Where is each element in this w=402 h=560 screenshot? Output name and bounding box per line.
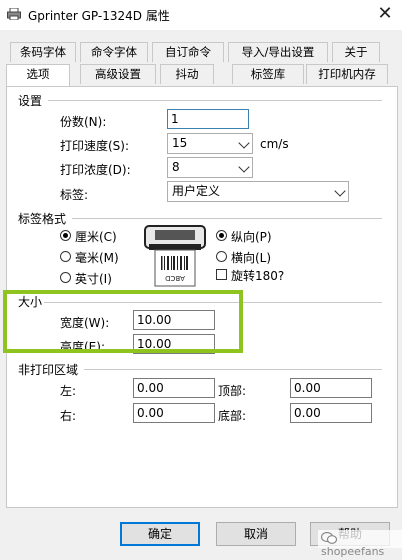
- label-format-group-label: 标签格式: [18, 212, 67, 226]
- title-bar: Gprinter GP-1324D 属性 ✕: [0, 0, 402, 30]
- unit-inch-radio[interactable]: [60, 272, 71, 283]
- unit-mm-label[interactable]: 毫米(M): [75, 249, 119, 266]
- tab-custom-command[interactable]: 自订命令: [152, 42, 224, 62]
- watermark-text: shopeefans: [321, 545, 385, 558]
- speed-unit: cm/s: [260, 137, 289, 151]
- density-select[interactable]: 8: [167, 157, 253, 178]
- tab-barcode-font[interactable]: 条码字体: [10, 42, 76, 62]
- top-margin-label: 顶部:: [218, 384, 247, 398]
- watermark: shopeefans: [318, 530, 402, 558]
- tab-advanced[interactable]: 高级设置: [80, 64, 156, 84]
- chevron-down-icon: [334, 185, 346, 197]
- speed-value: 15: [172, 136, 188, 150]
- label-type-select[interactable]: 用户定义: [167, 181, 349, 202]
- copies-input[interactable]: 1: [167, 109, 249, 129]
- left-margin-label: 左:: [60, 384, 77, 398]
- copies-label: 份数(N):: [60, 115, 107, 129]
- chevron-down-icon: [238, 137, 250, 149]
- chevron-down-icon: [238, 161, 250, 173]
- tab-command-font[interactable]: 命令字体: [80, 42, 148, 62]
- orientation-landscape-radio[interactable]: [216, 251, 227, 262]
- orientation-portrait-label[interactable]: 纵向(P): [231, 228, 272, 245]
- tab-about[interactable]: 关于: [332, 42, 380, 62]
- bottom-margin-label: 底部:: [218, 409, 247, 423]
- divider: [72, 218, 382, 219]
- printer-icon: [7, 8, 21, 20]
- orientation-landscape-label[interactable]: 横向(L): [231, 249, 271, 266]
- left-margin-input[interactable]: 0.00: [133, 378, 215, 398]
- highlight-box: [3, 290, 243, 353]
- settings-group-label: 设置: [18, 94, 43, 108]
- label-type-label: 标签:: [60, 188, 89, 202]
- tab-printer-memory[interactable]: 打印机内存: [306, 64, 388, 84]
- cancel-button[interactable]: 取消: [216, 522, 296, 546]
- tab-import-export[interactable]: 导入/导出设置: [228, 42, 328, 62]
- unit-inch-label[interactable]: 英寸(I): [75, 270, 112, 287]
- right-margin-input[interactable]: 0.00: [133, 403, 215, 423]
- label-type-value: 用户定义: [172, 184, 221, 198]
- window-title: Gprinter GP-1324D 属性: [28, 9, 170, 23]
- density-value: 8: [172, 160, 180, 174]
- density-label: 打印浓度(D):: [60, 163, 131, 177]
- tab-dither[interactable]: 抖动: [160, 64, 214, 84]
- speed-select[interactable]: 15: [167, 133, 253, 154]
- label-printer-icon: ABCD: [144, 225, 206, 287]
- tab-label-library[interactable]: 标签库: [232, 64, 304, 84]
- rotate-label[interactable]: 旋转180?: [231, 267, 284, 284]
- close-icon[interactable]: ✕: [372, 2, 398, 26]
- unit-cm-label[interactable]: 厘米(C): [75, 228, 117, 245]
- divider: [48, 100, 382, 101]
- wechat-icon: [320, 531, 338, 544]
- bottom-margin-input[interactable]: 0.00: [290, 403, 372, 423]
- label-image-text: ABCD: [165, 274, 185, 282]
- ok-button[interactable]: 确定: [120, 522, 200, 546]
- tab-options[interactable]: 选项: [6, 64, 70, 87]
- top-margin-input[interactable]: 0.00: [290, 378, 372, 398]
- nonprint-group-label: 非打印区域: [18, 363, 79, 377]
- right-margin-label: 右:: [60, 409, 77, 423]
- unit-cm-radio[interactable]: [60, 230, 71, 241]
- divider: [84, 369, 382, 370]
- unit-mm-radio[interactable]: [60, 251, 71, 262]
- orientation-portrait-radio[interactable]: [216, 230, 227, 241]
- rotate-checkbox[interactable]: [216, 269, 227, 280]
- speed-label: 打印速度(S):: [60, 139, 130, 153]
